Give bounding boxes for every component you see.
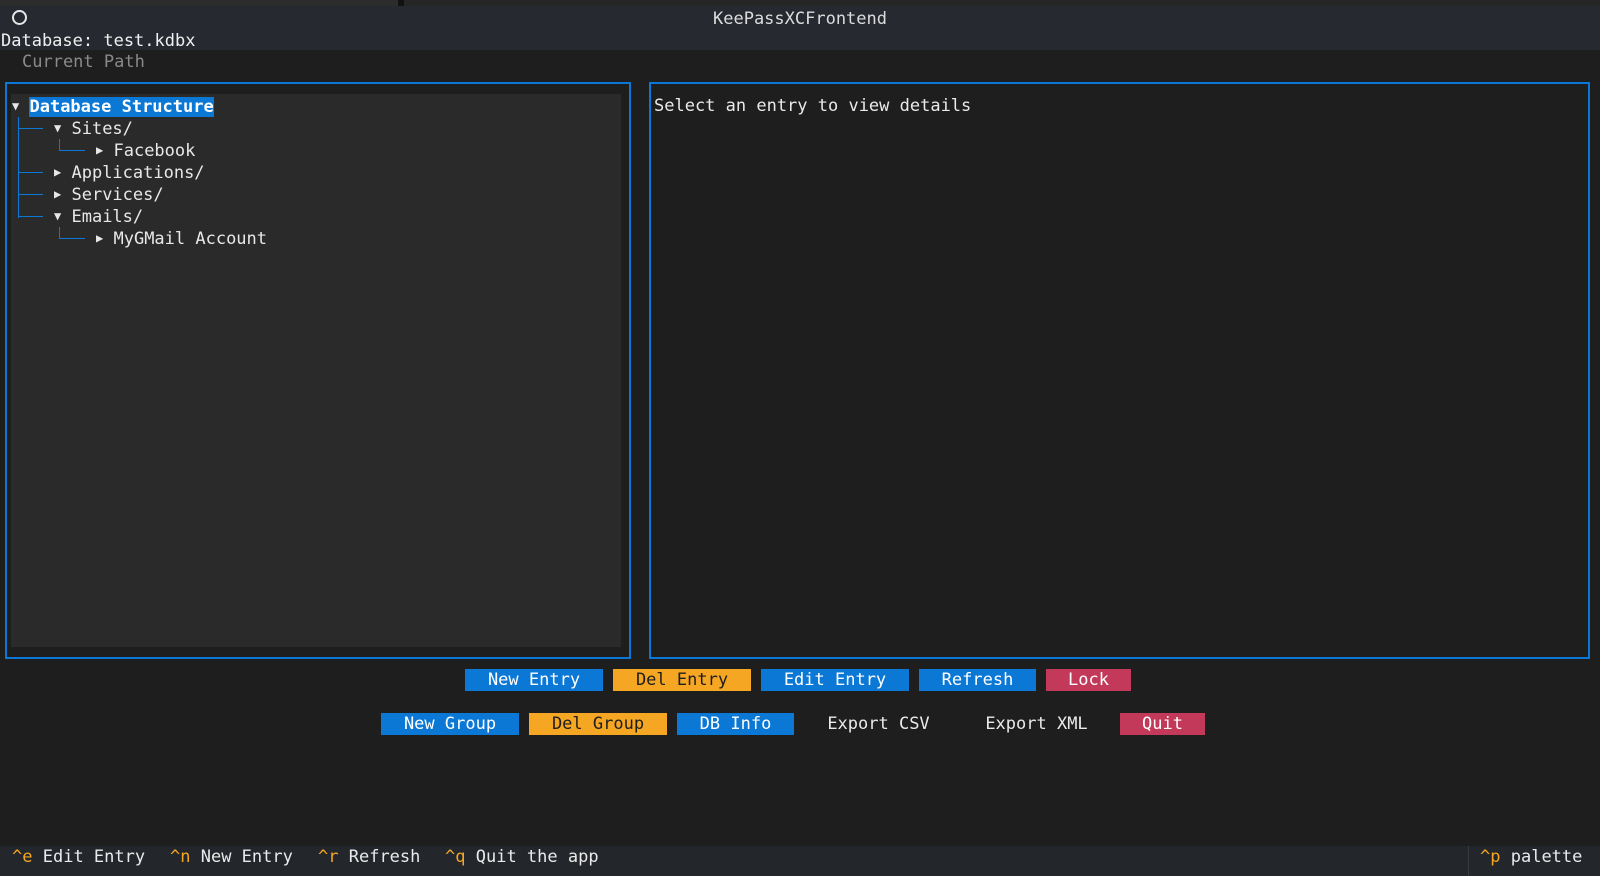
edit-entry-button[interactable]: Edit Entry xyxy=(761,669,909,691)
tree-node-services[interactable]: ▶ Services/ xyxy=(54,183,164,205)
tree-node-gmail[interactable]: ▶ MyGMail Account xyxy=(96,227,267,249)
shortcut-label: Quit the app xyxy=(475,847,599,867)
header-bar: KeePassXCFrontend Database: test.kdbx xyxy=(0,6,1600,51)
collapsed-triangle-icon[interactable]: ▶ xyxy=(96,231,103,245)
quit-button[interactable]: Quit xyxy=(1120,713,1205,735)
collapsed-triangle-icon[interactable]: ▶ xyxy=(96,143,103,157)
expanded-triangle-icon[interactable]: ▼ xyxy=(54,209,61,223)
tree-node-sites[interactable]: ▼ Sites/ xyxy=(54,117,133,139)
new-group-button[interactable]: New Group xyxy=(381,713,519,735)
del-group-button[interactable]: Del Group xyxy=(529,713,667,735)
tree-guide-gmail xyxy=(59,227,85,239)
db-info-button[interactable]: DB Info xyxy=(677,713,794,735)
shortcut-edit-entry[interactable]: ^e Edit Entry xyxy=(12,846,145,868)
expanded-triangle-icon[interactable]: ▼ xyxy=(54,121,61,135)
tree-guide-sites xyxy=(18,128,43,129)
footer-divider xyxy=(1468,846,1469,876)
detail-placeholder: Select an entry to view details xyxy=(654,96,972,116)
expanded-triangle-icon[interactable]: ▼ xyxy=(12,99,19,113)
tree-guide-services xyxy=(18,194,43,195)
tree-node-gmail-label: MyGMail Account xyxy=(113,229,268,249)
tree-guide-emails xyxy=(18,216,43,217)
shortcut-key: ^e xyxy=(12,847,33,867)
shortcut-palette[interactable]: ^p palette xyxy=(1480,846,1582,868)
tree-node-facebook-label: Facebook xyxy=(113,141,196,161)
shortcut-key: ^r xyxy=(318,847,339,867)
shortcut-refresh[interactable]: ^r Refresh xyxy=(318,846,420,868)
shortcut-key: ^q xyxy=(445,847,466,867)
tree-node-root-label: Database Structure xyxy=(29,97,214,117)
shortcut-label: Refresh xyxy=(348,847,421,867)
database-label: Database: test.kdbx xyxy=(1,31,196,51)
tree-node-root[interactable]: ▼ Database Structure xyxy=(12,95,214,117)
collapsed-triangle-icon[interactable]: ▶ xyxy=(54,165,61,179)
current-path-label: Current Path xyxy=(22,52,145,72)
shortcut-label: palette xyxy=(1510,847,1583,867)
shortcut-key: ^p xyxy=(1480,847,1501,867)
shortcut-label: Edit Entry xyxy=(42,847,146,867)
window-title: KeePassXCFrontend xyxy=(713,9,887,29)
tree-node-services-label: Services/ xyxy=(71,185,164,205)
detail-panel[interactable] xyxy=(649,82,1590,659)
tree-guide-facebook xyxy=(59,139,85,151)
tree-node-applications-label: Applications/ xyxy=(71,163,205,183)
shortcut-key: ^n xyxy=(170,847,191,867)
export-csv-button[interactable]: Export CSV xyxy=(806,713,951,735)
export-xml-button[interactable]: Export XML xyxy=(964,713,1109,735)
tree-guide-applications xyxy=(18,172,43,173)
shortcut-new-entry[interactable]: ^n New Entry xyxy=(170,846,293,868)
tree-node-emails[interactable]: ▼ Emails/ xyxy=(54,205,143,227)
tree-guide-root xyxy=(18,117,19,218)
new-entry-button[interactable]: New Entry xyxy=(465,669,603,691)
refresh-button[interactable]: Refresh xyxy=(919,669,1036,691)
del-entry-button[interactable]: Del Entry xyxy=(613,669,751,691)
tree-node-facebook[interactable]: ▶ Facebook xyxy=(96,139,195,161)
tree-node-emails-label: Emails/ xyxy=(71,207,144,227)
lock-button[interactable]: Lock xyxy=(1046,669,1131,691)
tree-node-applications[interactable]: ▶ Applications/ xyxy=(54,161,205,183)
tree-node-sites-label: Sites/ xyxy=(71,119,133,139)
footer-bar: ^e Edit Entry ^n New Entry ^r Refresh ^q… xyxy=(0,846,1600,876)
shortcut-quit[interactable]: ^q Quit the app xyxy=(445,846,599,868)
shortcut-label: New Entry xyxy=(200,847,293,867)
collapsed-triangle-icon[interactable]: ▶ xyxy=(54,187,61,201)
